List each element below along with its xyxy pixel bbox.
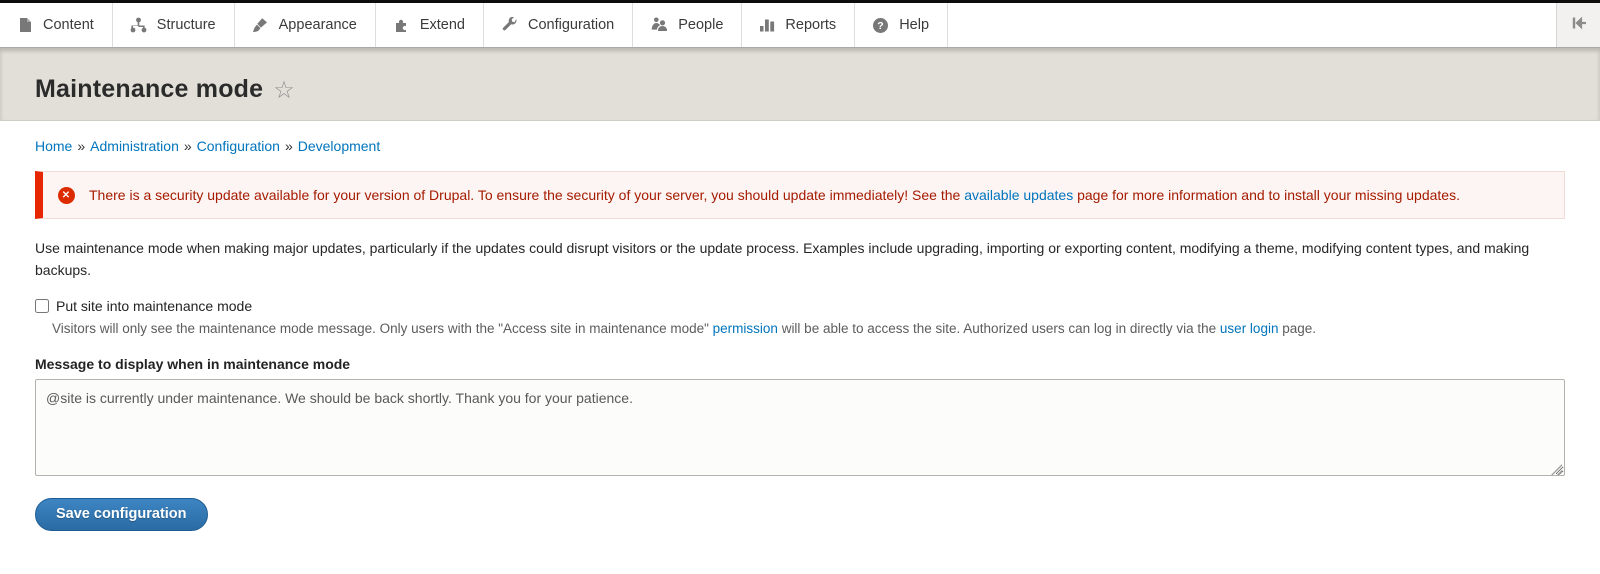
description-part1: Visitors will only see the maintenance m… (52, 321, 713, 336)
error-icon-cell: ✕ (43, 184, 89, 206)
toolbar-item-label: Help (899, 17, 929, 33)
error-text-after: page for more information and to install… (1073, 187, 1460, 203)
error-text-before: There is a security update available for… (89, 187, 964, 203)
error-message-box: ✕ There is a security update available f… (35, 171, 1565, 219)
message-textarea-wrap: @site is currently under maintenance. We… (35, 379, 1565, 481)
people-icon (650, 17, 668, 33)
breadcrumb-link-configuration[interactable]: Configuration (197, 138, 280, 154)
toolbar-item-help[interactable]: ? Help (855, 3, 948, 47)
toolbar-item-appearance[interactable]: Appearance (235, 3, 376, 47)
wrench-icon (501, 17, 518, 33)
file-icon (17, 17, 33, 33)
puzzle-icon (393, 17, 410, 33)
description-part3: page. (1278, 321, 1316, 336)
admin-toolbar: Content Structure Appearance Extend Conf… (0, 3, 1600, 48)
error-message-text: There is a security update available for… (89, 184, 1460, 206)
toolbar-spacer (948, 3, 1556, 47)
bar-chart-icon (759, 17, 775, 33)
breadcrumb-separator: » (184, 138, 192, 154)
toolbar-item-label: Appearance (279, 17, 357, 33)
toolbar-collapse-button[interactable] (1556, 3, 1600, 47)
toolbar-item-configuration[interactable]: Configuration (484, 3, 633, 47)
maintenance-mode-checkbox[interactable] (35, 299, 49, 313)
paintbrush-icon (252, 17, 269, 33)
breadcrumb-link-home[interactable]: Home (35, 138, 72, 154)
message-field-label: Message to display when in maintenance m… (35, 356, 1565, 372)
error-circle-icon: ✕ (58, 187, 75, 204)
toolbar-item-label: Extend (420, 17, 465, 33)
user-login-link[interactable]: user login (1220, 321, 1279, 336)
toolbar-item-label: Structure (157, 17, 216, 33)
maintenance-mode-checkbox-label[interactable]: Put site into maintenance mode (56, 298, 252, 314)
shortcut-star-icon[interactable]: ☆ (273, 79, 295, 103)
toolbar-item-label: Reports (785, 17, 836, 33)
toolbar-item-people[interactable]: People (633, 3, 742, 47)
maintenance-message-textarea[interactable]: @site is currently under maintenance. We… (35, 379, 1565, 476)
breadcrumb-separator: » (285, 138, 293, 154)
toolbar-item-extend[interactable]: Extend (376, 3, 484, 47)
page-title: Maintenance mode (35, 75, 263, 104)
breadcrumb-link-development[interactable]: Development (298, 138, 381, 154)
available-updates-link[interactable]: available updates (964, 187, 1073, 203)
breadcrumb: Home » Administration » Configuration » Develo… (35, 138, 1565, 154)
page-header: Maintenance mode ☆ (0, 48, 1600, 121)
svg-text:?: ? (877, 20, 883, 32)
permission-link[interactable]: permission (713, 321, 778, 336)
description-part2: will be able to access the site. Authori… (778, 321, 1220, 336)
question-icon: ? (872, 17, 889, 34)
main-content: Home » Administration » Configuration » Develo… (0, 138, 1600, 561)
toolbar-item-structure[interactable]: Structure (113, 3, 235, 47)
toolbar-item-label: People (678, 17, 723, 33)
save-configuration-button[interactable]: Save configuration (35, 498, 208, 531)
collapse-left-icon (1570, 16, 1588, 35)
maintenance-intro-text: Use maintenance mode when making major u… (35, 237, 1565, 281)
toolbar-item-content[interactable]: Content (0, 3, 113, 47)
toolbar-item-reports[interactable]: Reports (742, 3, 855, 47)
sitemap-icon (130, 17, 147, 33)
breadcrumb-separator: » (77, 138, 85, 154)
breadcrumb-link-administration[interactable]: Administration (90, 138, 179, 154)
maintenance-mode-checkbox-row: Put site into maintenance mode (35, 298, 1565, 314)
maintenance-mode-description: Visitors will only see the maintenance m… (52, 319, 1565, 339)
toolbar-item-label: Content (43, 17, 94, 33)
toolbar-item-label: Configuration (528, 17, 614, 33)
